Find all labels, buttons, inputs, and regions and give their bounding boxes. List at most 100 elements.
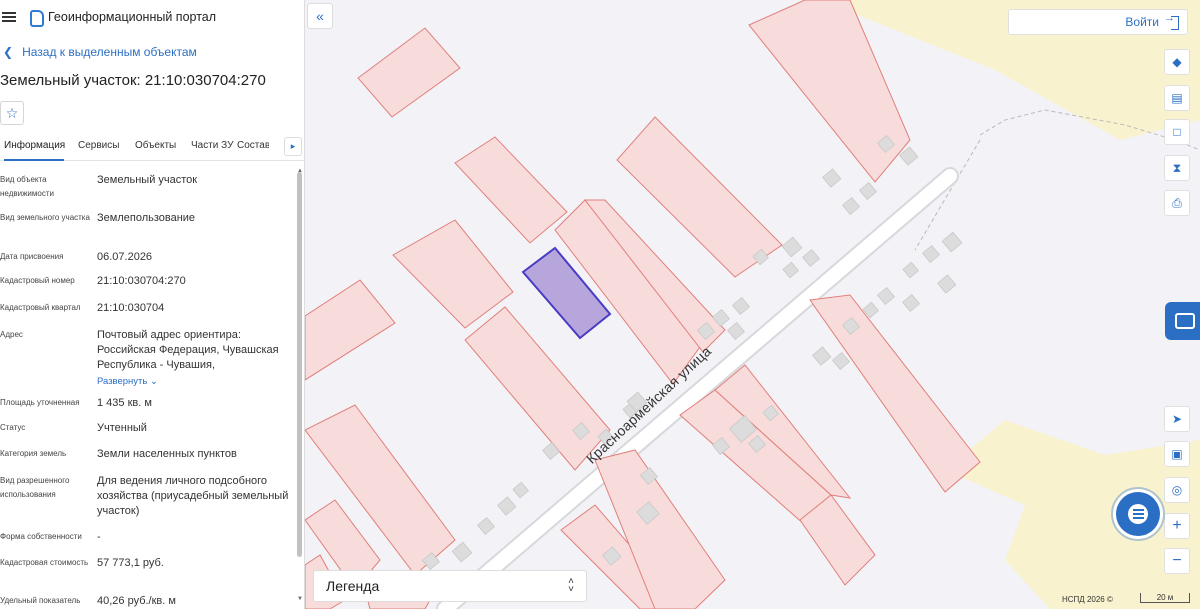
info-value: Для ведения личного подсобного хозяйства… xyxy=(97,475,289,517)
info-label: Кадастровый номер xyxy=(0,276,75,285)
info-value: 57 773,1 руб. xyxy=(97,557,164,569)
map-scale: 20 м xyxy=(1140,593,1190,603)
geolocation-button[interactable]: ◎ xyxy=(1164,477,1190,503)
tab-information[interactable]: Информация xyxy=(4,137,65,161)
expand-address-link[interactable]: Развернуть ⌄ xyxy=(97,374,290,389)
portal-logo-icon xyxy=(28,9,44,27)
minimap-button[interactable]: ▣ xyxy=(1164,441,1190,467)
login-icon xyxy=(1164,12,1179,30)
minimap-icon: ▣ xyxy=(1171,447,1183,461)
tab-objects[interactable]: Объекты xyxy=(135,137,179,161)
info-label: Площадь уточненная xyxy=(0,398,80,407)
field-area xyxy=(945,420,1200,609)
info-label: Форма собственности xyxy=(0,532,82,541)
building xyxy=(921,244,941,264)
building xyxy=(941,231,963,253)
tab-services[interactable]: Сервисы xyxy=(78,137,122,161)
print-icon: ⎙ xyxy=(1172,195,1182,210)
chat-button[interactable] xyxy=(1116,492,1160,536)
chevron-right-icon: ▸ xyxy=(290,141,296,151)
parcel[interactable] xyxy=(305,279,396,381)
info-value: Земли населенных пунктов xyxy=(97,448,237,460)
map-view[interactable]: Красноармейская улица « Войти ◆ ▤ □ ⧗ ⎙ … xyxy=(305,0,1200,609)
plus-icon: + xyxy=(1172,517,1182,534)
legend-label: Легенда xyxy=(326,578,380,594)
minus-icon: − xyxy=(1172,552,1182,569)
zoom-out-button[interactable]: − xyxy=(1164,548,1190,574)
map-search-icon xyxy=(1175,313,1195,329)
building xyxy=(476,516,496,536)
select-area-button[interactable]: □ xyxy=(1164,119,1190,145)
map-attribution: НСПД 2026 © xyxy=(1062,595,1113,604)
parcel[interactable] xyxy=(357,27,461,118)
building xyxy=(781,236,803,258)
info-value: 40,26 руб./кв. м xyxy=(97,595,176,607)
building xyxy=(841,196,861,216)
building xyxy=(496,496,517,516)
building xyxy=(782,261,800,279)
info-value: 21:10:030704 xyxy=(97,302,165,314)
info-value: Почтовый адрес ориентира: Российская Фед… xyxy=(97,328,290,389)
info-label: Вид разрешенного использования xyxy=(0,476,70,499)
parcel[interactable] xyxy=(454,136,568,244)
chevron-left-icon: ❮ xyxy=(3,45,14,59)
info-value: Учтенный xyxy=(97,422,147,434)
info-label: Адрес xyxy=(0,330,23,339)
object-title: Земельный участок: 21:10:030704:270 xyxy=(0,72,266,89)
info-value: Земельный участок xyxy=(97,174,198,186)
star-icon: ☆ xyxy=(5,104,19,121)
building xyxy=(821,168,842,188)
layers-button[interactable]: ◆ xyxy=(1164,49,1190,75)
info-list: Вид объекта недвижимости Земельный участ… xyxy=(0,168,297,609)
info-label: Вид объекта недвижимости xyxy=(0,175,54,198)
building xyxy=(936,274,957,294)
info-value: Землепользование xyxy=(97,212,196,224)
favorite-button[interactable]: ☆ xyxy=(0,101,24,125)
info-label: Статус xyxy=(0,423,26,432)
share-button[interactable]: ⧗ xyxy=(1164,155,1190,181)
tab-parts[interactable]: Части ЗУ xyxy=(191,137,237,161)
share-icon: ⧗ xyxy=(1172,160,1182,175)
building xyxy=(858,181,878,201)
tab-bar: Информация Сервисы Объекты Части ЗУ Сост… xyxy=(0,137,304,161)
scroll-down-icon[interactable]: ▼ xyxy=(297,596,303,602)
zoom-in-button[interactable]: + xyxy=(1164,513,1190,539)
map-canvas[interactable] xyxy=(305,0,1200,609)
info-label: Удельный показатель xyxy=(0,596,81,605)
scrollbar-thumb[interactable] xyxy=(297,172,302,557)
login-label: Войти xyxy=(1125,15,1159,29)
info-value: 1 435 кв. м xyxy=(97,397,152,409)
portal-title: Геоинформационный портал xyxy=(48,10,217,24)
info-value: 06.07.2026 xyxy=(97,251,153,263)
building xyxy=(831,351,851,371)
locate-button[interactable]: ➤ xyxy=(1164,406,1190,432)
building xyxy=(451,541,473,563)
legend-dropdown[interactable]: Легенда ˄ ˅ xyxy=(313,570,587,602)
building xyxy=(731,296,751,316)
target-icon: ◎ xyxy=(1171,483,1183,497)
double-chevron-left-icon: « xyxy=(316,8,324,24)
measure-button[interactable]: ▤ xyxy=(1164,85,1190,111)
ruler-icon: ▤ xyxy=(1171,91,1183,105)
tabs-scroll-right-button[interactable]: ▸ xyxy=(284,137,302,156)
chat-icon xyxy=(1128,504,1148,524)
tab-composition[interactable]: Состав xyxy=(237,137,269,161)
login-button[interactable]: Войти xyxy=(1008,9,1188,35)
collapse-panel-button[interactable]: « xyxy=(307,3,333,29)
parcel[interactable] xyxy=(392,219,514,329)
building xyxy=(726,321,746,341)
building xyxy=(512,481,530,499)
parcel[interactable] xyxy=(748,0,911,183)
back-link[interactable]: ❮ Назад к выделенным объектам xyxy=(0,44,304,60)
select-area-icon: □ xyxy=(1173,125,1181,139)
navigation-arrow-icon: ➤ xyxy=(1171,412,1183,426)
expand-collapse-icon: ˄ ˅ xyxy=(568,576,574,595)
panel-header: Геоинформационный портал xyxy=(0,0,304,34)
info-value: - xyxy=(97,531,101,543)
menu-icon[interactable] xyxy=(2,12,16,22)
parcel[interactable] xyxy=(809,294,981,493)
side-panel-tab[interactable] xyxy=(1165,302,1200,340)
info-scrollbar[interactable]: ▲ ▼ xyxy=(297,168,303,609)
print-button[interactable]: ⎙ xyxy=(1164,190,1190,216)
building xyxy=(902,261,920,279)
